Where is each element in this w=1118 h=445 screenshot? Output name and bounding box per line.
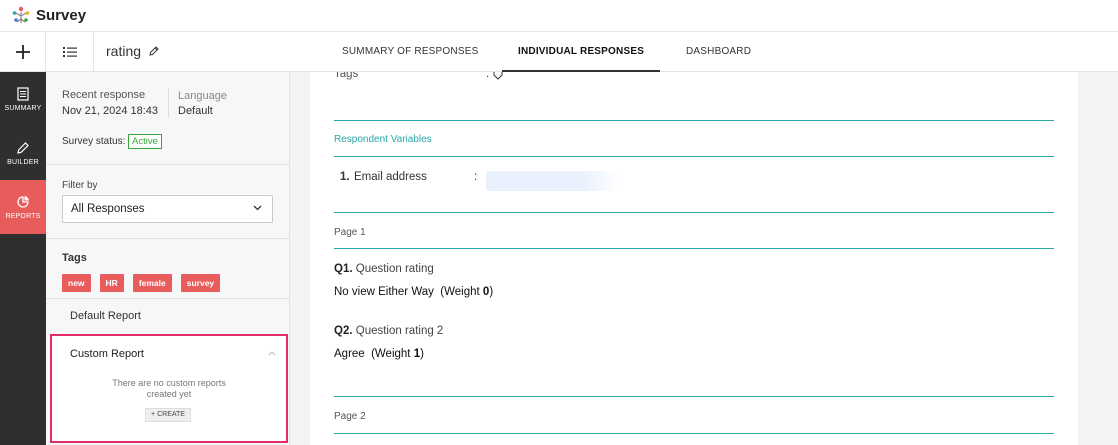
rail-item-reports[interactable]: REPORTS: [0, 180, 46, 234]
chevron-up-icon[interactable]: [268, 351, 276, 356]
report-side-panel: Recent response Nov 21, 2024 18:43 Langu…: [46, 72, 290, 445]
question-number: Q2.: [334, 325, 353, 337]
empty-message-line: created yet: [146, 389, 192, 399]
status-badge: Active: [128, 134, 162, 149]
list-icon: [62, 47, 77, 57]
question-number: Q1.: [334, 263, 353, 275]
divider: [46, 238, 290, 239]
email-address-label: Email address: [354, 171, 427, 183]
tag-survey[interactable]: survey: [180, 274, 221, 292]
weight-prefix: (Weight: [371, 348, 414, 360]
tags-separator: :: [486, 72, 490, 80]
language-value: Default: [178, 105, 213, 117]
rail-label: SUMMARY: [4, 104, 42, 112]
survey-name: rating: [106, 43, 142, 59]
divider: [334, 120, 1054, 121]
tags-title: Tags: [62, 252, 87, 264]
weight-suffix: ): [489, 286, 494, 298]
divider: [168, 88, 169, 118]
email-value-redacted: [486, 171, 620, 191]
divider: [334, 212, 1054, 213]
rail-item-summary[interactable]: SUMMARY: [0, 72, 46, 126]
default-report-link[interactable]: Default Report: [70, 310, 141, 322]
custom-report-section: Custom Report There are no custom report…: [50, 334, 288, 443]
rail-item-builder[interactable]: BUILDER: [0, 126, 46, 180]
divider: [334, 248, 1054, 249]
question-1: Q1. Question rating: [334, 263, 434, 275]
weight-suffix: ): [420, 348, 424, 360]
answer-text: No view Either Way: [334, 286, 434, 298]
survey-logo-icon: [12, 6, 30, 23]
plus-icon: [15, 45, 30, 59]
filter-select-value: All Responses: [71, 203, 145, 215]
page-2-label: Page 2: [334, 411, 366, 422]
divider: [334, 396, 1054, 397]
pencil-icon: [17, 141, 29, 154]
filter-select[interactable]: All Responses: [62, 195, 273, 223]
answer-2: Agree (Weight 1): [334, 348, 424, 360]
main-content: Tags : Respondent Variables 1. Email add…: [290, 72, 1118, 445]
survey-list-button[interactable]: [46, 32, 94, 72]
app-header: Survey: [0, 0, 1118, 32]
answer-text: Agree: [334, 348, 365, 360]
tag-hr[interactable]: HR: [99, 274, 124, 292]
recent-response-value: Nov 21, 2024 18:43: [62, 105, 159, 117]
left-nav-rail: SUMMARY BUILDER REPORTS: [0, 72, 46, 445]
tag-female[interactable]: female: [132, 274, 172, 292]
tab-summary-of-responses[interactable]: SUMMARY OF RESPONSES: [342, 32, 478, 72]
custom-report-title[interactable]: Custom Report: [70, 348, 144, 360]
tag-add-icon[interactable]: [493, 72, 504, 80]
filter-label: Filter by: [62, 180, 98, 191]
divider: [46, 164, 290, 165]
divider: [334, 156, 1054, 157]
question-2: Q2. Question rating 2: [334, 325, 443, 337]
edit-pencil-icon[interactable]: [148, 45, 160, 57]
answer-1: No view Either Way (Weight 0): [334, 286, 493, 298]
top-toolbar: rating SUMMARY OF RESPONSES INDIVIDUAL R…: [0, 32, 1118, 72]
respondent-variables-title: Respondent Variables: [334, 134, 432, 145]
recent-response-label: Recent response: [62, 89, 146, 101]
custom-report-empty-message: There are no custom reports created yet: [52, 378, 286, 400]
weight-prefix: (Weight: [440, 286, 483, 298]
app-name: Survey: [36, 7, 87, 24]
rail-label: REPORTS: [5, 212, 41, 220]
question-text: Question rating 2: [355, 325, 444, 337]
question-text: Question rating: [355, 263, 434, 275]
tag-new[interactable]: new: [62, 274, 91, 292]
response-card: Tags : Respondent Variables 1. Email add…: [310, 72, 1078, 445]
language-label: Language: [178, 90, 227, 102]
create-report-button[interactable]: + CREATE: [145, 408, 191, 422]
tab-dashboard[interactable]: DASHBOARD: [686, 32, 751, 72]
tags-list: new HR female survey: [62, 274, 221, 292]
empty-message-line: There are no custom reports: [112, 378, 226, 388]
tags-field-label: Tags: [334, 72, 359, 80]
survey-status-label: Survey status:: [62, 136, 126, 147]
email-index: 1.: [340, 171, 350, 183]
divider: [46, 298, 290, 299]
divider: [334, 433, 1054, 434]
page-1-label: Page 1: [334, 227, 366, 238]
document-icon: [17, 86, 29, 101]
tab-individual-responses[interactable]: INDIVIDUAL RESPONSES: [501, 32, 661, 72]
email-separator: :: [474, 171, 478, 183]
pie-chart-icon: [17, 195, 29, 208]
add-button[interactable]: [0, 32, 46, 72]
chevron-down-icon: [253, 205, 262, 211]
rail-label: BUILDER: [7, 158, 39, 166]
